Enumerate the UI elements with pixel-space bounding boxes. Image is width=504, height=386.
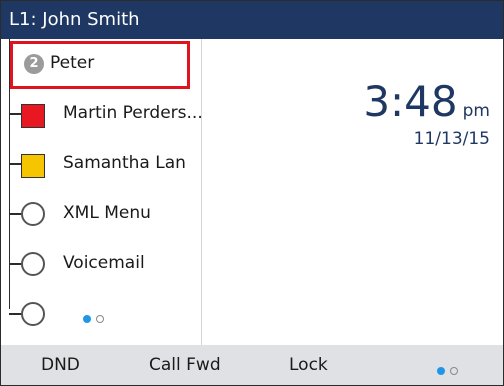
line-key-xml-menu[interactable]: XML Menu	[1, 189, 201, 239]
softkey-page-indicator[interactable]	[437, 360, 463, 380]
clock-hours-minutes: 3:48	[363, 77, 458, 126]
line-key-peter[interactable]: 2 Peter	[1, 39, 201, 89]
page-dot-active-icon	[83, 315, 91, 323]
phone-screen: L1: John Smith 2 Peter Martin Perders...…	[0, 0, 504, 386]
presence-busy-icon	[21, 104, 45, 128]
line-key-label: XML Menu	[63, 203, 151, 223]
line-key-sidebar: 2 Peter Martin Perders... Samantha Lan X…	[1, 39, 203, 345]
line-key-empty[interactable]	[1, 289, 201, 339]
page-dot-inactive-icon	[450, 367, 458, 375]
clock-date: 11/13/15	[413, 129, 490, 149]
page-dot-inactive-icon	[96, 315, 104, 323]
softkey-call-fwd[interactable]: Call Fwd	[149, 355, 221, 375]
empty-circle-icon	[21, 302, 45, 326]
sidebar-page-indicator[interactable]	[83, 308, 109, 327]
clock-time: 3:48 pm	[363, 77, 490, 126]
line-key-samantha[interactable]: Samantha Lan	[1, 139, 201, 189]
softkey-dnd[interactable]: DND	[41, 355, 80, 375]
line-key-voicemail[interactable]: Voicemail	[1, 239, 201, 289]
empty-circle-icon	[21, 252, 45, 276]
softkey-lock[interactable]: Lock	[289, 355, 328, 375]
line-key-label: Samantha Lan	[63, 153, 186, 173]
line-key-label: Martin Perders...	[63, 103, 203, 123]
line-key-martin[interactable]: Martin Perders...	[1, 89, 203, 139]
softkey-bar: DND Call Fwd Lock	[1, 345, 503, 385]
presence-away-icon	[21, 154, 45, 178]
line-key-label: Voicemail	[63, 253, 145, 273]
line-title: L1: John Smith	[9, 9, 140, 30]
status-bar: L1: John Smith	[1, 1, 503, 39]
selection-highlight	[10, 41, 190, 89]
empty-circle-icon	[21, 202, 45, 226]
clock-ampm: pm	[462, 101, 490, 121]
page-dot-active-icon	[437, 367, 445, 375]
